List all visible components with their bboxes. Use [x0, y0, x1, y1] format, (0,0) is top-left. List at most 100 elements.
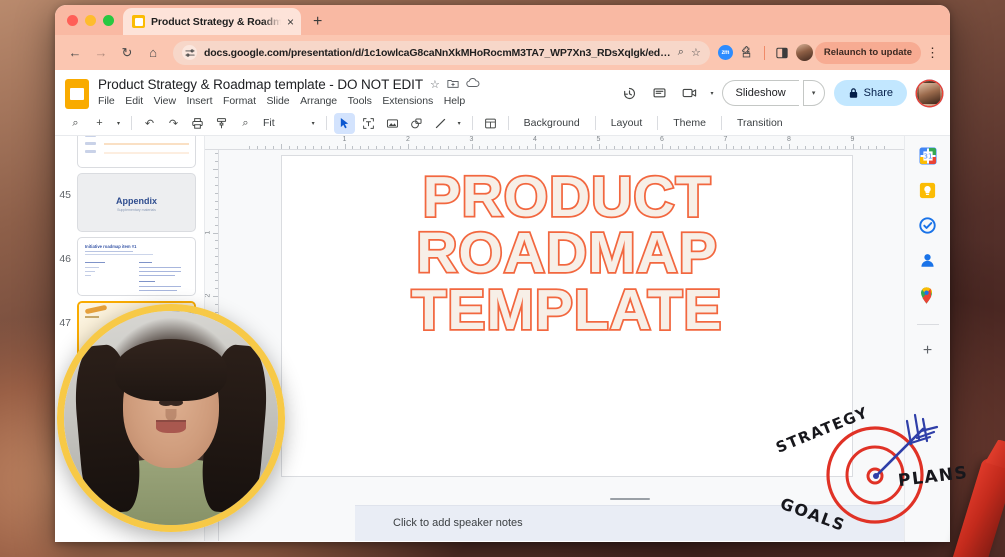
menu-insert[interactable]: Insert [187, 95, 213, 107]
account-avatar[interactable] [916, 80, 943, 106]
comments-icon[interactable] [647, 80, 673, 106]
slide-number: 46 [59, 253, 71, 265]
home-icon[interactable]: ⌂ [141, 41, 165, 65]
zoom-icon[interactable]: ⌕ [235, 113, 256, 134]
menu-help[interactable]: Help [444, 95, 465, 107]
image-icon[interactable] [382, 113, 403, 134]
speaker-notes-placeholder[interactable]: Click to add speaker notes [393, 517, 523, 529]
divider [325, 116, 327, 130]
new-tab-button[interactable]: + [313, 13, 322, 31]
slides-header: Product Strategy & Roadmap template - DO… [55, 70, 950, 111]
transition-button[interactable]: Transition [729, 117, 791, 129]
forward-icon[interactable]: → [89, 41, 113, 65]
meet-camera-icon[interactable] [677, 80, 703, 106]
tab-title: Product Strategy & Roadmap [151, 15, 281, 28]
menu-tools[interactable]: Tools [348, 95, 372, 107]
star-icon[interactable]: ☆ [430, 78, 440, 91]
share-label: Share [863, 87, 893, 99]
bookmark-star-icon[interactable]: ☆ [691, 46, 701, 59]
profile-avatar[interactable] [795, 44, 813, 61]
add-slide-button[interactable]: + [89, 113, 110, 134]
document-title[interactable]: Product Strategy & Roadmap template - DO… [98, 77, 423, 92]
divider [131, 116, 132, 130]
active-slide[interactable]: PRODUCT ROADMAP TEMPLATE [281, 155, 853, 477]
move-to-folder-icon[interactable] [447, 78, 459, 92]
horizontal-ruler: 123456789 [205, 136, 950, 150]
site-settings-icon[interactable] [182, 45, 197, 60]
add-slide-caret-icon[interactable]: ▾ [113, 120, 124, 127]
minimize-window-button[interactable] [85, 14, 96, 26]
webcam-video [64, 311, 278, 525]
slide-thumbnail[interactable] [77, 136, 196, 168]
close-window-button[interactable] [67, 14, 78, 26]
zoom-extension-icon[interactable]: zm [717, 45, 733, 60]
reload-icon[interactable]: ↻ [115, 41, 139, 65]
cloud-saved-icon[interactable] [466, 78, 480, 91]
slide-canvas-area[interactable]: 123456789 123 PRODUCT ROADMAP TEMPLATE [205, 136, 950, 541]
presenter-hair-top [115, 338, 227, 401]
divider [594, 116, 596, 130]
thumbnail-item[interactable]: 45 Appendix Supplementary materials [55, 168, 204, 232]
back-icon[interactable]: ← [63, 41, 87, 65]
url-bar[interactable]: docs.google.com/presentation/d/1c1owlcaG… [173, 40, 710, 65]
menu-file[interactable]: File [98, 95, 115, 107]
meet-caret-icon[interactable]: ▾ [707, 90, 718, 97]
lock-icon [849, 88, 857, 98]
slide-thumbnail[interactable]: Initiative roadmap item #1 [77, 237, 196, 296]
version-history-icon[interactable] [617, 80, 643, 106]
add-addon-button[interactable]: + [923, 343, 932, 359]
slideshow-button[interactable]: Slideshow [721, 80, 799, 106]
speaker-notes-panel[interactable]: Click to add speaker notes [355, 498, 904, 541]
menu-extensions[interactable]: Extensions [382, 95, 433, 107]
google-maps-icon[interactable] [918, 286, 938, 306]
google-tasks-icon[interactable] [918, 216, 938, 236]
browser-tab[interactable]: Product Strategy & Roadmap × [123, 8, 301, 35]
paint-format-icon[interactable] [211, 113, 232, 134]
zoom-level[interactable]: Fit [259, 117, 279, 129]
layout-button[interactable]: Layout [603, 117, 651, 129]
split-view-icon[interactable] [770, 41, 794, 65]
presenter-mouth [156, 419, 186, 433]
background-button[interactable]: Background [516, 117, 588, 129]
cursor-icon[interactable] [333, 112, 355, 134]
browser-omnibox-row: ← → ↻ ⌂ docs.google.com/presentation/d/1… [55, 35, 950, 70]
undo-icon[interactable]: ↶ [139, 113, 160, 134]
slides-favicon [132, 15, 145, 28]
maximize-window-button[interactable] [103, 14, 114, 26]
browser-tab-strip: Product Strategy & Roadmap × + [55, 5, 950, 35]
thumbnail-item[interactable] [55, 136, 204, 168]
line-caret-icon[interactable]: ▾ [454, 120, 465, 127]
close-icon[interactable]: × [287, 16, 294, 28]
slide-title-text[interactable]: PRODUCT ROADMAP TEMPLATE [282, 167, 852, 341]
menu-view[interactable]: View [154, 95, 176, 107]
textbox-icon[interactable] [358, 113, 379, 134]
divider [763, 45, 765, 60]
notes-resize-handle[interactable] [609, 498, 650, 500]
puzzle-icon[interactable] [735, 41, 759, 65]
theme-button[interactable]: Theme [665, 117, 714, 129]
menu-arrange[interactable]: Arrange [300, 95, 337, 107]
google-calendar-icon[interactable]: 31 [918, 146, 938, 166]
thumbnail-subtitle: Supplementary materials [117, 208, 156, 212]
menu-slide[interactable]: Slide [266, 95, 289, 107]
zoom-caret-icon[interactable]: ▾ [308, 120, 319, 127]
table-icon[interactable] [480, 113, 501, 134]
webcam-bubble[interactable] [57, 304, 285, 532]
line-icon[interactable] [430, 113, 451, 134]
slideshow-caret-icon[interactable]: ▾ [802, 80, 825, 106]
google-contacts-icon[interactable] [918, 251, 938, 271]
search-icon[interactable]: ⌕ [65, 113, 86, 134]
menu-format[interactable]: Format [223, 95, 256, 107]
search-icon[interactable]: ⌕ [678, 46, 684, 59]
relaunch-to-update-button[interactable]: Relaunch to update [814, 41, 921, 64]
shape-icon[interactable] [406, 113, 427, 134]
google-keep-icon[interactable] [918, 181, 938, 201]
menu-edit[interactable]: Edit [125, 95, 143, 107]
share-button[interactable]: Share [833, 80, 907, 106]
browser-menu-icon[interactable]: ⋮ [923, 45, 942, 61]
redo-icon[interactable]: ↷ [163, 113, 184, 134]
slide-thumbnail[interactable]: Appendix Supplementary materials [77, 173, 196, 232]
thumbnail-item[interactable]: 46 Initiative roadmap item #1 [55, 232, 204, 296]
slides-toolbar: ⌕ + ▾ ↶ ↷ ⌕ Fit ▾ ▾ Background Layout Th… [55, 111, 950, 136]
print-icon[interactable] [187, 113, 208, 134]
